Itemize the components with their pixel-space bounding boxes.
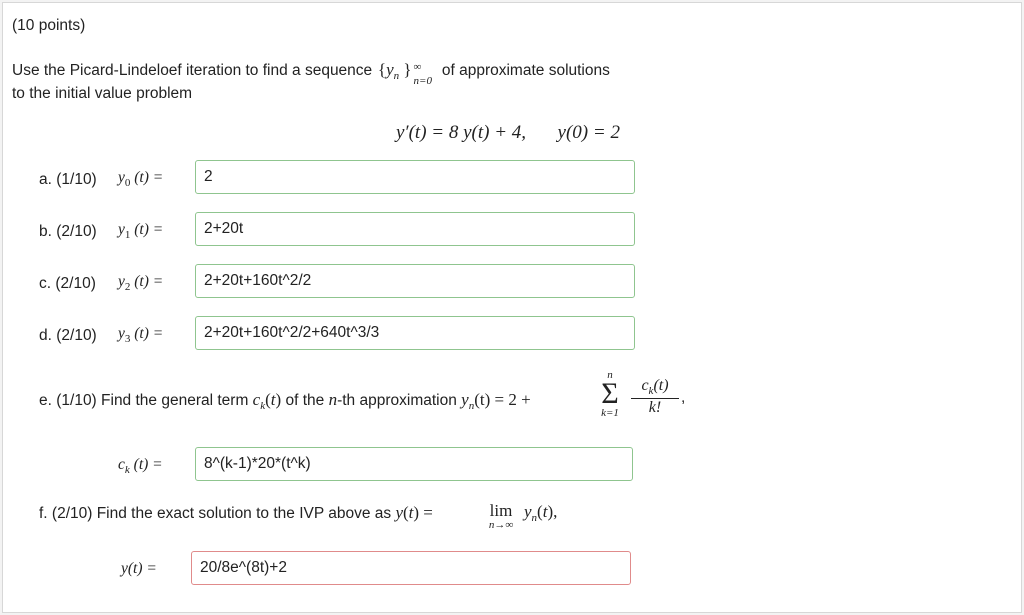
intro-line-2: to the initial value problem (12, 85, 193, 102)
part-a-lhs: y0 (t) = (118, 169, 164, 189)
summation-symbol: n Σ k=1 (593, 369, 627, 419)
part-e-label: e. (1/10) Find the general term (39, 392, 249, 409)
sum-lower-limit: k=1 (601, 407, 619, 419)
question-panel: (10 points) Use the Picard-Lindeloef ite… (2, 2, 1022, 613)
yn-symbol: yn (461, 390, 475, 412)
part-d-label: d. (2/10) (39, 327, 97, 344)
part-a-answer-input[interactable] (195, 160, 635, 194)
sequence-symbol: {yn } ∞ n=0 (377, 60, 432, 87)
part-f-prompt: f. (2/10) Find the exact solution to the… (39, 503, 433, 523)
ck-lhs: ck (t) = (118, 456, 163, 476)
ck-symbol: ck(t) (252, 390, 282, 412)
part-e-mid: of the (285, 392, 325, 409)
points-label: (10 points) (12, 17, 86, 34)
part-a-label: a. (1/10) (39, 171, 97, 188)
part-e-mid2: -th approximation (337, 392, 457, 409)
part-f-label: f. (2/10) Find the exact solution to the… (39, 505, 392, 522)
part-b-label: b. (2/10) (39, 223, 97, 240)
limit-expression: lim n→∞ (481, 501, 521, 531)
part-c-label: c. (2/10) (39, 275, 96, 292)
part-f-answer-input[interactable] (191, 551, 631, 585)
initial-condition: y(0) = 2 (557, 122, 620, 143)
part-b-lhs: y1 (t) = (118, 221, 164, 241)
part-c-answer-input[interactable] (195, 264, 635, 298)
fraction-numerator: ck(t) (631, 377, 679, 399)
comma: , (681, 389, 686, 406)
part-e-eq: (t) = 2 + (474, 390, 531, 409)
n-symbol: n (328, 390, 338, 409)
fraction: ck(t) k! (631, 377, 679, 417)
lim-subscript: n→∞ (488, 519, 514, 531)
intro-text: Use the Picard-Lindeloef iteration to fi… (12, 62, 373, 79)
part-b-answer-input[interactable] (195, 212, 635, 246)
part-c-lhs: y2 (t) = (118, 273, 164, 293)
intro-tail: of approximate solutions (441, 62, 610, 79)
yn-of-t: yn(t), (524, 502, 558, 524)
intro-line-1: Use the Picard-Lindeloef iteration to fi… (12, 60, 610, 87)
ode-text: y′(t) = 8 y(t) + 4, (396, 122, 527, 143)
part-e-answer-input[interactable] (195, 447, 633, 481)
part-e-prompt: e. (1/10) Find the general term ck(t) of… (39, 390, 531, 412)
fraction-denominator: k! (648, 399, 662, 416)
lim-word: lim (489, 501, 513, 520)
yt-symbol: y(t) = (395, 503, 433, 522)
ode-equation: y′(t) = 8 y(t) + 4, y(0) = 2 (396, 122, 620, 144)
part-d-lhs: y3 (t) = (118, 325, 164, 345)
part-d-answer-input[interactable] (195, 316, 635, 350)
y-lhs: y(t) = (121, 560, 157, 577)
